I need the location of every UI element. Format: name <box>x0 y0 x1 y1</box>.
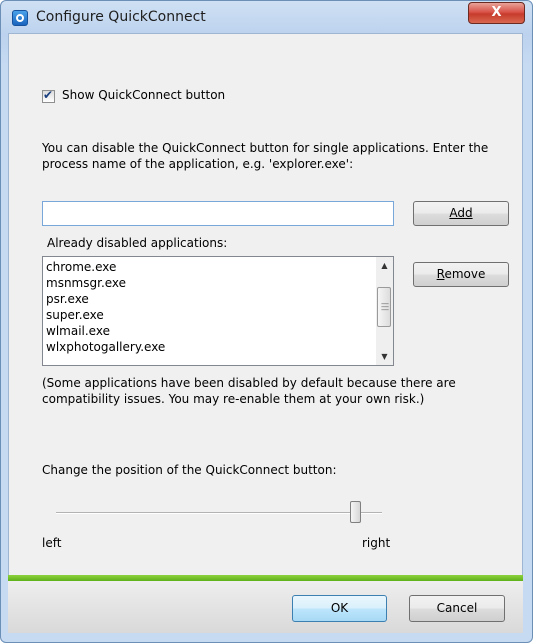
list-item[interactable]: super.exe <box>46 307 104 323</box>
scroll-down-arrow-icon[interactable]: ▼ <box>376 348 393 365</box>
compatibility-note: (Some applications have been disabled by… <box>42 376 456 406</box>
list-item[interactable]: chrome.exe <box>46 259 116 275</box>
list-item[interactable]: wlxphotogallery.exe <box>46 339 165 355</box>
list-item[interactable]: psr.exe <box>46 291 89 307</box>
add-button[interactable]: Add <box>413 201 509 226</box>
instruction-text: You can disable the QuickConnect button … <box>42 141 489 171</box>
slider-left-label: left <box>42 536 62 550</box>
slider-right-label: right <box>362 536 391 550</box>
scroll-up-arrow-icon[interactable]: ▲ <box>376 257 393 274</box>
disabled-apps-label: Already disabled applications: <box>47 236 228 250</box>
ok-button[interactable]: OK <box>292 595 387 622</box>
position-slider-track[interactable] <box>56 512 382 514</box>
disabled-apps-list[interactable]: chrome.exe msnmsgr.exe psr.exe super.exe… <box>42 256 394 366</box>
remove-button[interactable]: Remove <box>413 262 509 287</box>
process-name-input[interactable] <box>42 201 394 226</box>
window-title: Configure QuickConnect <box>36 9 206 25</box>
cancel-button[interactable]: Cancel <box>409 595 505 622</box>
add-label: Add <box>449 206 473 220</box>
scroll-grip-icon: — — — <box>381 299 389 314</box>
title-bar[interactable]: Configure QuickConnect X <box>1 1 532 35</box>
teamviewer-icon <box>12 10 28 26</box>
position-slider-thumb[interactable] <box>350 501 362 523</box>
remove-label: emove <box>444 267 486 281</box>
list-item[interactable]: wlmail.exe <box>46 323 110 339</box>
close-button[interactable]: X <box>468 2 525 24</box>
scrollbar-thumb[interactable]: — — — <box>377 287 391 327</box>
show-quickconnect-checkbox[interactable] <box>42 88 55 103</box>
list-scrollbar[interactable]: ▲ — — — ▼ <box>376 257 393 365</box>
position-label: Change the position of the QuickConnect … <box>42 463 337 477</box>
show-quickconnect-label[interactable]: Show QuickConnect button <box>62 88 225 102</box>
list-item[interactable]: msnmsgr.exe <box>46 275 126 291</box>
